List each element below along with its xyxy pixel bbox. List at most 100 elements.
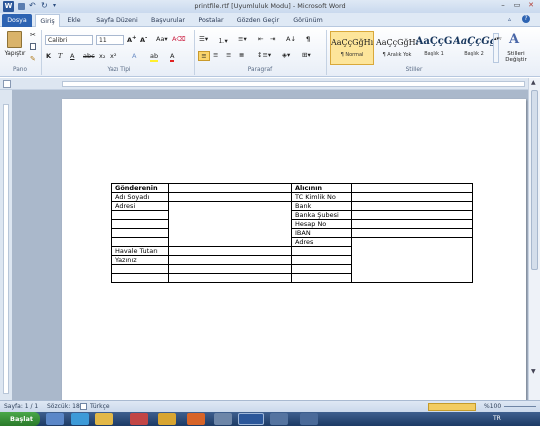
strikethrough-button[interactable]: abc — [83, 52, 95, 60]
app-icon[interactable] — [214, 413, 232, 425]
shrink-font-icon[interactable]: A- — [140, 35, 147, 44]
tab-insert[interactable]: Ekle — [64, 14, 84, 27]
table-cell[interactable] — [111, 273, 169, 283]
tab-view[interactable]: Görünüm — [288, 14, 328, 27]
show-marks-icon[interactable]: ¶ — [306, 35, 310, 43]
table-cell[interactable] — [291, 264, 352, 274]
app-icon[interactable] — [130, 413, 148, 425]
font-size-box[interactable]: 11 — [96, 35, 124, 45]
language[interactable]: Türkçe — [90, 401, 110, 412]
table-cell[interactable] — [168, 246, 292, 256]
styles-scroll-icon[interactable]: ▴▾▿ — [493, 33, 502, 63]
proofing-icon[interactable] — [80, 403, 87, 410]
table-cell[interactable] — [168, 255, 292, 265]
paste-icon[interactable] — [7, 31, 22, 48]
table-cell[interactable]: IBAN — [291, 228, 352, 238]
vertical-scrollbar[interactable]: ▲ ▼ — [528, 78, 540, 400]
shading-icon[interactable]: ◈▾ — [282, 51, 290, 59]
text-effects-icon[interactable]: A — [132, 52, 136, 60]
explorer-icon[interactable] — [46, 413, 64, 425]
table-cell[interactable] — [168, 273, 292, 283]
tab-review[interactable]: Gözden Geçir — [232, 14, 284, 27]
sort-icon[interactable]: A↓ — [286, 35, 296, 43]
table-cell[interactable]: Adres — [291, 237, 352, 247]
app-icon[interactable] — [300, 413, 318, 425]
highlight-icon[interactable]: ab — [150, 52, 159, 62]
align-center-button[interactable]: ≡ — [213, 51, 218, 59]
line-spacing-icon[interactable]: ↕≡▾ — [257, 51, 271, 59]
table-cell[interactable] — [351, 237, 473, 283]
table-cell[interactable] — [111, 228, 169, 238]
vertical-ruler[interactable] — [0, 90, 12, 400]
font-color-icon[interactable]: A — [170, 52, 175, 62]
justify-button[interactable]: ≣ — [239, 51, 244, 59]
help-icon[interactable]: ? — [522, 15, 530, 23]
table-cell[interactable] — [111, 210, 169, 220]
table-cell[interactable] — [351, 219, 473, 229]
app-icon[interactable] — [270, 413, 288, 425]
word-count[interactable]: Sözcük: 18 — [47, 401, 80, 412]
multilevel-list-icon[interactable]: ≡▾ — [238, 35, 247, 43]
minimize-button[interactable]: – — [496, 0, 510, 11]
style-heading-2[interactable]: AaÇçĞǵ Başlık 2 — [452, 31, 496, 65]
superscript-button[interactable]: x² — [110, 52, 116, 60]
table-cell[interactable] — [168, 264, 292, 274]
change-case-icon[interactable]: Aa▾ — [156, 35, 168, 43]
align-left-button[interactable]: ≡ — [198, 51, 210, 61]
table-cell[interactable] — [111, 264, 169, 274]
table-cell[interactable] — [291, 246, 352, 256]
table-cell[interactable] — [111, 219, 169, 229]
tab-file[interactable]: Dosya — [2, 14, 32, 27]
table-cell[interactable] — [351, 201, 473, 211]
table-cell[interactable]: Gönderenin — [111, 183, 169, 193]
bullets-icon[interactable]: ☰▾ — [199, 35, 208, 43]
bold-button[interactable]: K — [46, 52, 51, 60]
increase-indent-icon[interactable]: ⇥ — [270, 35, 275, 43]
word-taskbar-icon[interactable] — [238, 413, 264, 425]
scroll-up-icon[interactable]: ▲ — [531, 79, 536, 86]
table-cell[interactable] — [111, 237, 169, 247]
borders-icon[interactable]: ⊞▾ — [302, 51, 311, 59]
format-painter-icon[interactable]: ✎ — [30, 55, 36, 63]
table-cell[interactable] — [351, 183, 473, 193]
underline-button[interactable]: A — [70, 52, 74, 60]
table-cell[interactable]: Bank — [291, 201, 352, 211]
table-cell[interactable] — [291, 273, 352, 283]
tab-references[interactable]: Başvurular — [146, 14, 190, 27]
tab-selector-icon[interactable] — [3, 80, 11, 88]
clear-format-icon[interactable]: A⌫ — [172, 35, 186, 43]
table-cell[interactable] — [168, 201, 292, 247]
maximize-button[interactable]: ▭ — [510, 0, 524, 11]
style-heading-1[interactable]: AaÇçĞ Başlık 1 — [412, 31, 456, 65]
ie-icon[interactable] — [71, 413, 89, 425]
close-button[interactable]: ✕ — [524, 0, 538, 11]
scroll-thumb[interactable] — [531, 90, 538, 270]
table-cell[interactable]: Alıcının — [291, 183, 352, 193]
grow-font-icon[interactable]: A+ — [127, 35, 137, 44]
subscript-button[interactable]: x₂ — [99, 52, 105, 60]
table-cell[interactable]: Yazınız — [111, 255, 169, 265]
table-cell[interactable]: Banka Şubesi — [291, 210, 352, 220]
copy-icon[interactable] — [30, 43, 36, 50]
zoom-level[interactable]: %100 — [484, 401, 501, 412]
change-styles-button[interactable]: Stilleri Değiştir — [500, 51, 532, 63]
paste-button[interactable]: Yapıştır — [2, 51, 28, 57]
table-cell[interactable]: Havale Tutarı — [111, 246, 169, 256]
align-right-button[interactable]: ≡ — [226, 51, 231, 59]
document-page[interactable]: Gönderenin Alıcının Adı Soyadı TC Kimlik… — [62, 99, 526, 400]
table-cell[interactable] — [351, 210, 473, 220]
table-cell[interactable]: TC Kimlik No — [291, 192, 352, 202]
style-normal[interactable]: AaÇçĞğHı ¶ Normal — [330, 31, 374, 65]
horizontal-ruler[interactable] — [0, 78, 540, 90]
document-table[interactable]: Gönderenin Alıcının Adı Soyadı TC Kimlik… — [111, 183, 473, 283]
table-cell[interactable]: Hesap No — [291, 219, 352, 229]
numbering-icon[interactable]: ⒈▾ — [218, 35, 228, 45]
table-cell[interactable]: Adı Soyadı — [111, 192, 169, 202]
chrome-icon[interactable] — [158, 413, 176, 425]
table-cell[interactable] — [351, 228, 473, 238]
table-cell[interactable] — [168, 183, 292, 193]
ribbon-minimize-icon[interactable]: ▵ — [508, 16, 511, 23]
change-styles-icon[interactable]: A — [509, 32, 519, 47]
tab-page-layout[interactable]: Sayfa Düzeni — [94, 14, 140, 27]
scroll-down-icon[interactable]: ▼ — [531, 368, 536, 375]
